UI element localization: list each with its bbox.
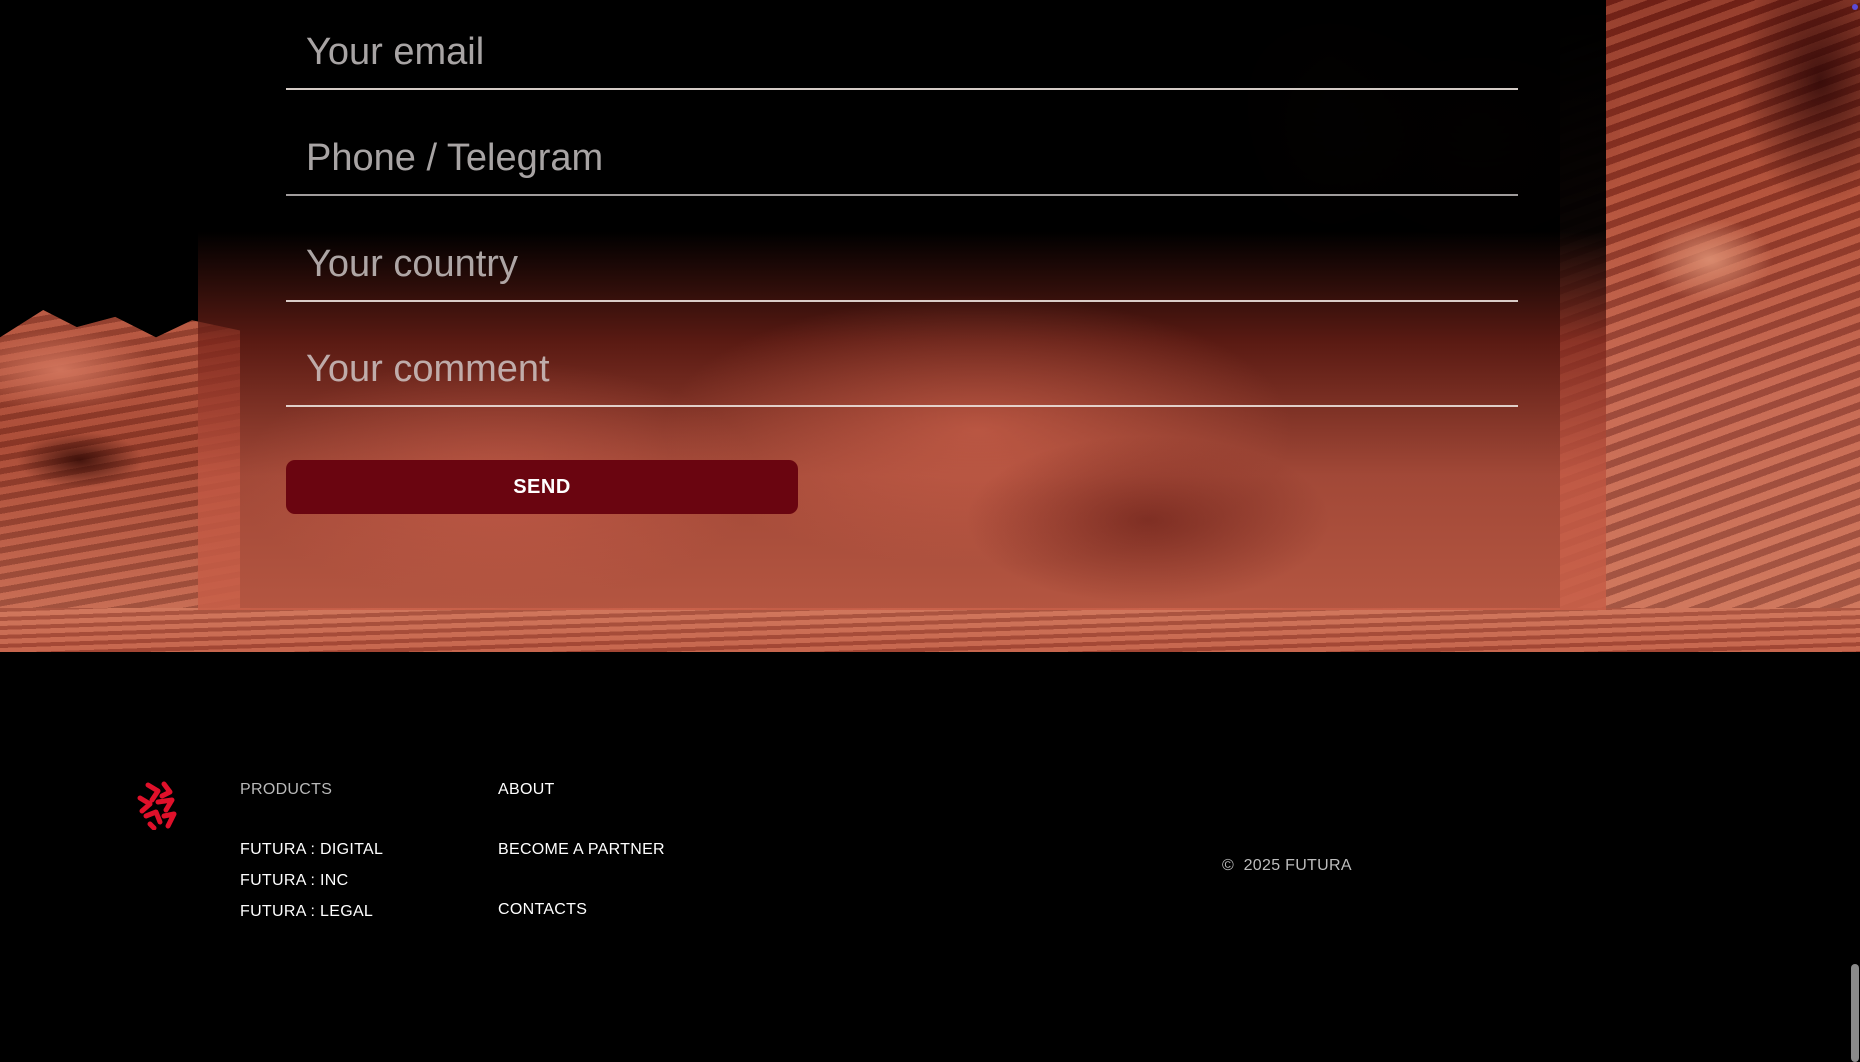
products-heading: PRODUCTS [240, 781, 333, 798]
page: SEND PRODUCTS FUTURA : DIGITAL FUTURA : … [0, 0, 1860, 1062]
footer-link-futura-legal[interactable]: FUTURA : LEGAL [240, 903, 373, 921]
copyright-year-brand: 2025 FUTURA [1243, 857, 1352, 874]
footer-link-about[interactable]: ABOUT [498, 781, 555, 799]
comment-field-row [286, 317, 1518, 407]
phone-field-row [286, 106, 1518, 196]
email-field-row [286, 0, 1518, 90]
contact-section: SEND [0, 0, 1860, 652]
copyright-text: © 2025 FUTURA [1222, 857, 1352, 875]
country-field[interactable] [306, 243, 1486, 286]
corner-indicator-dot [1852, 4, 1858, 10]
contact-form-panel [198, 0, 1606, 610]
page-scrollbar[interactable] [1851, 964, 1859, 1062]
footer-link-futura-inc[interactable]: FUTURA : INC [240, 872, 349, 890]
phone-telegram-field[interactable] [306, 137, 1486, 180]
comment-field[interactable] [306, 348, 1486, 391]
site-footer: PRODUCTS FUTURA : DIGITAL FUTURA : INC F… [0, 652, 1860, 1062]
country-field-row [286, 212, 1518, 302]
footer-link-become-partner[interactable]: BECOME A PARTNER [498, 841, 665, 859]
desert-terrain-bottom [0, 608, 1860, 652]
futura-logo-icon[interactable] [134, 780, 180, 831]
copyright-symbol: © [1222, 857, 1235, 874]
send-button[interactable]: SEND [286, 460, 798, 514]
footer-link-contacts[interactable]: CONTACTS [498, 901, 587, 919]
footer-link-futura-digital[interactable]: FUTURA : DIGITAL [240, 841, 383, 859]
email-field[interactable] [306, 31, 1486, 74]
